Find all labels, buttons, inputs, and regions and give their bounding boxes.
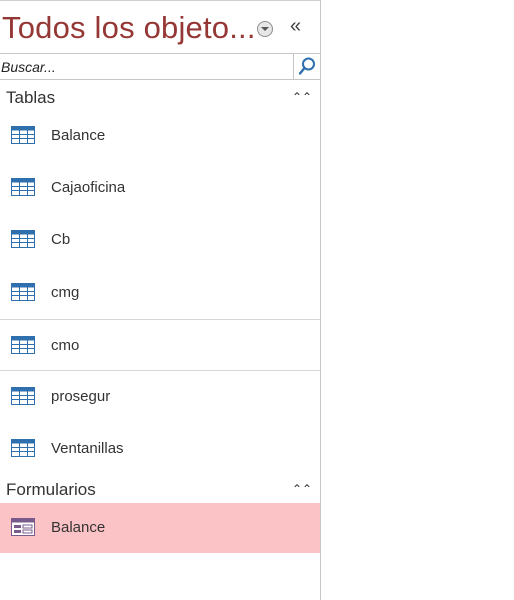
navigation-pane: Todos los objeto... « Tablas ⌃⌃ Balance bbox=[0, 0, 321, 600]
nav-item-label: Balance bbox=[51, 127, 106, 144]
nav-item-form-selected[interactable]: Balance bbox=[0, 503, 320, 553]
search-box bbox=[0, 53, 320, 80]
nav-item-table[interactable]: Cb bbox=[0, 214, 320, 266]
group-label: Formularios bbox=[6, 480, 96, 499]
nav-item-label: Balance bbox=[51, 519, 106, 536]
table-icon bbox=[11, 126, 35, 144]
table-icon bbox=[11, 230, 35, 248]
nav-item-table[interactable]: prosegur bbox=[0, 371, 320, 423]
top-divider bbox=[0, 0, 320, 1]
group-header-formularios[interactable]: Formularios ⌃⌃ bbox=[0, 476, 320, 504]
nav-item-table[interactable]: Balance bbox=[0, 110, 320, 162]
group-label: Tablas bbox=[6, 88, 56, 107]
search-input[interactable] bbox=[1, 56, 289, 77]
form-icon bbox=[11, 518, 35, 536]
nav-item-table[interactable]: Ventanillas bbox=[0, 423, 320, 475]
search-icon bbox=[298, 57, 315, 75]
nav-item-label: cmo bbox=[51, 337, 80, 354]
table-icon bbox=[11, 439, 35, 457]
table-icon bbox=[11, 283, 35, 301]
table-icon bbox=[11, 336, 35, 354]
title-dropdown-icon[interactable] bbox=[257, 21, 273, 37]
collapse-pane-icon[interactable]: « bbox=[290, 15, 301, 38]
nav-item-table[interactable]: cmo bbox=[0, 319, 320, 371]
nav-item-table[interactable]: cmg bbox=[0, 267, 320, 319]
collapse-group-icon[interactable]: ⌃⌃ bbox=[292, 482, 312, 496]
nav-item-label: Cajaoficina bbox=[51, 179, 126, 196]
table-icon bbox=[11, 387, 35, 405]
collapse-group-icon[interactable]: ⌃⌃ bbox=[292, 90, 312, 104]
nav-item-label: cmg bbox=[51, 284, 80, 301]
nav-item-label: Ventanillas bbox=[51, 440, 124, 457]
nav-item-label: Cb bbox=[51, 231, 71, 248]
navigation-pane-title[interactable]: Todos los objeto... bbox=[2, 10, 256, 46]
nav-item-table[interactable]: Cajaoficina bbox=[0, 162, 320, 214]
group-header-tablas[interactable]: Tablas ⌃⌃ bbox=[0, 84, 320, 112]
search-button[interactable] bbox=[293, 54, 320, 79]
nav-item-label: prosegur bbox=[51, 388, 111, 405]
table-icon bbox=[11, 178, 35, 196]
